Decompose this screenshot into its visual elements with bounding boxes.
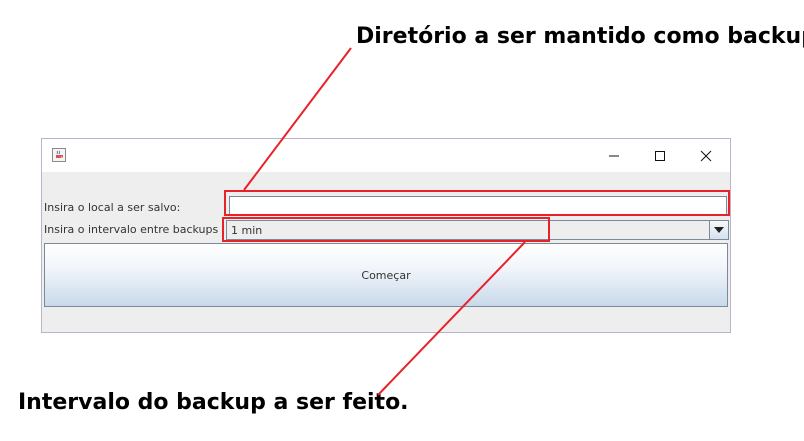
annotation-pointers [243, 47, 526, 396]
pointer-line-bottom [377, 241, 526, 396]
pointer-line-top [243, 47, 352, 191]
